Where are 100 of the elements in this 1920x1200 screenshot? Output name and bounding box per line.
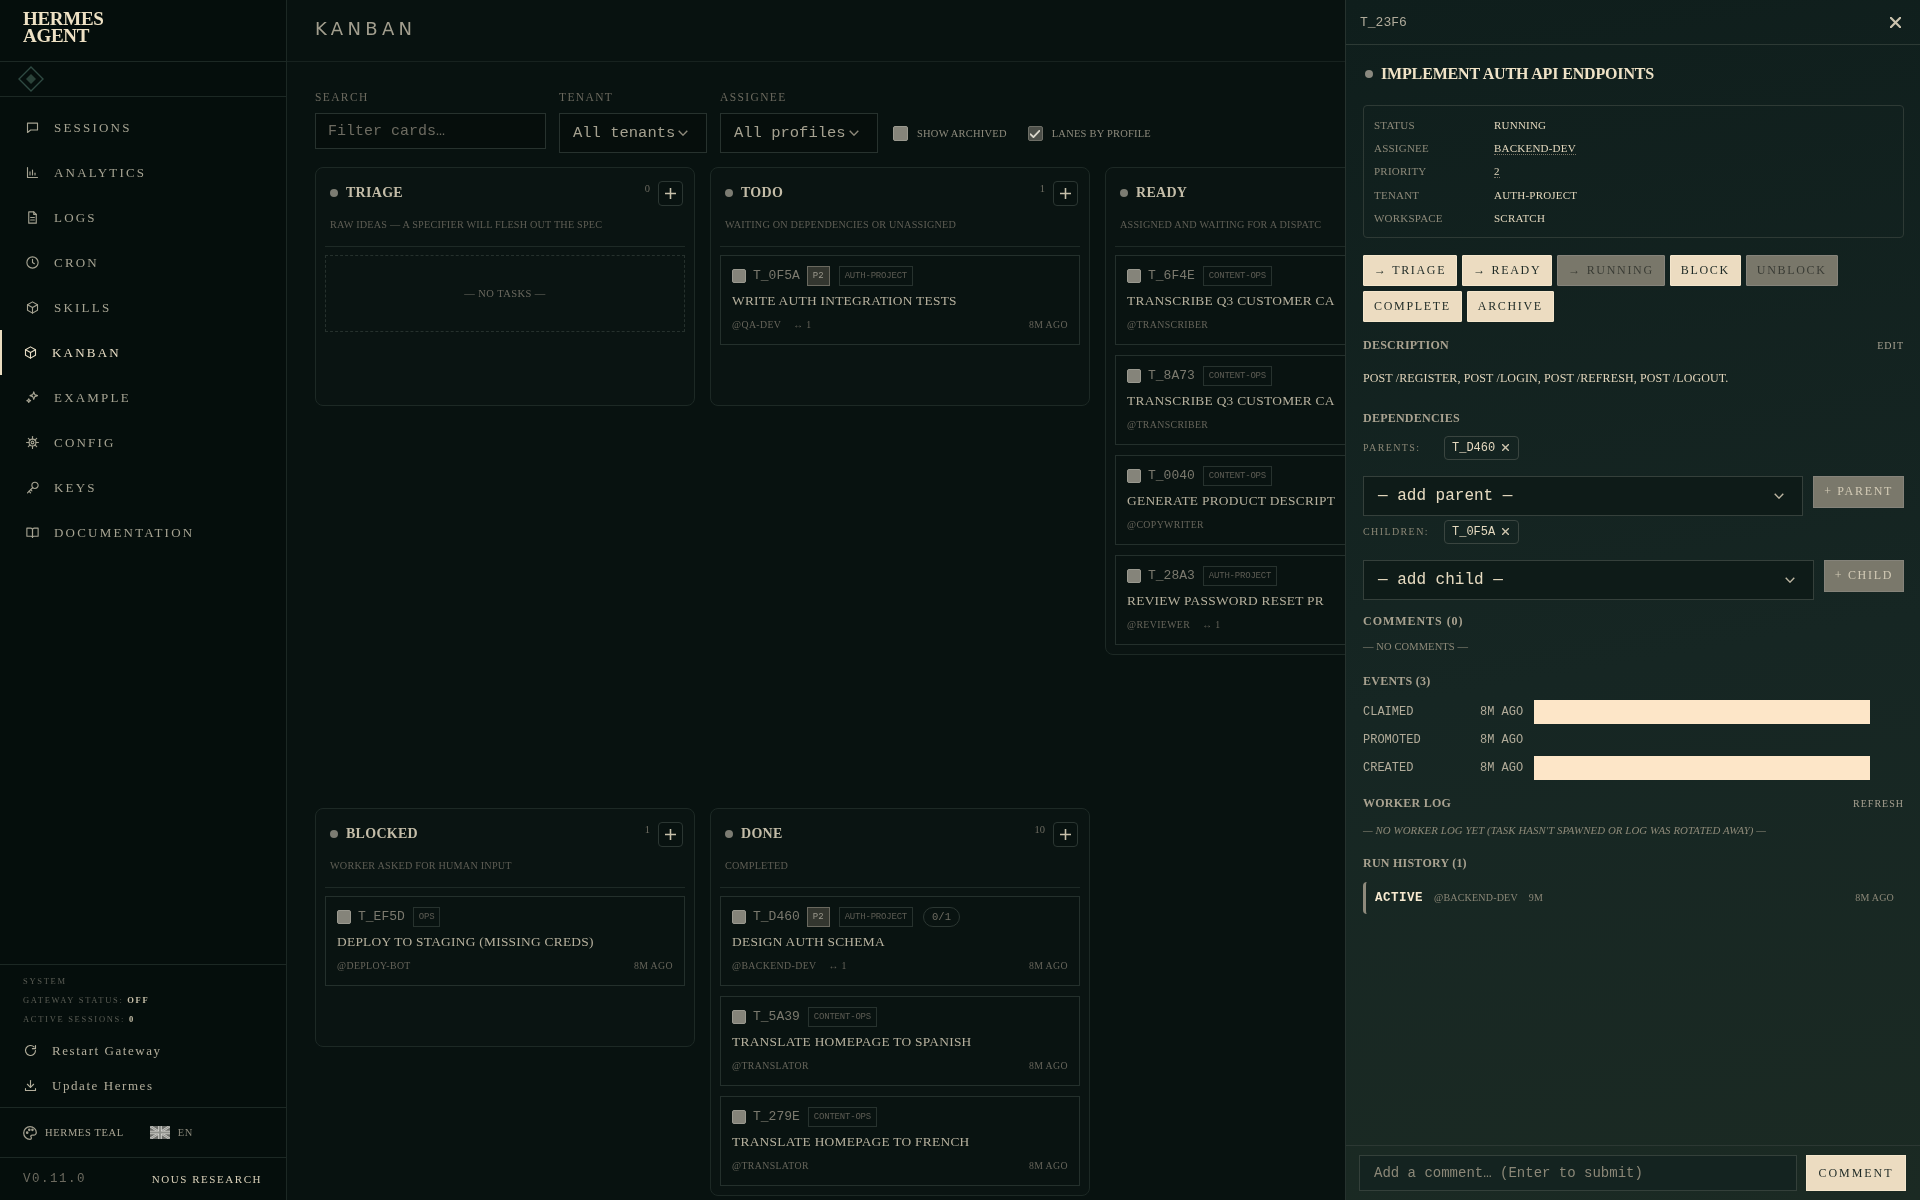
checkbox[interactable] bbox=[1027, 126, 1043, 141]
card-age: 8M AGO bbox=[1028, 959, 1068, 971]
card-assignee: @TRANSCRIBER bbox=[1127, 318, 1209, 330]
logo-wordmark: HERMES AGENT bbox=[23, 10, 104, 44]
task-id: T_28A3 bbox=[1148, 568, 1195, 583]
nav-item[interactable]: CRON bbox=[0, 240, 286, 285]
nav-item[interactable]: CONFIG bbox=[0, 420, 286, 465]
add-card-button[interactable] bbox=[658, 821, 683, 847]
diamond-logo-icon bbox=[18, 66, 44, 92]
section-heading: RUN HISTORY (1) bbox=[1363, 856, 1467, 872]
add-card-button[interactable] bbox=[1053, 821, 1078, 847]
chevron-down-icon bbox=[1774, 492, 1785, 499]
task-card[interactable]: T_5A39 CONTENT-OPS TRANSLATE HOMEPAGE TO SPANISH @TRANSLATOR 8M AGO bbox=[720, 996, 1080, 1086]
system-action-button[interactable]: Update Hermes bbox=[23, 1068, 162, 1103]
card-checkbox[interactable] bbox=[337, 909, 351, 924]
run-duration: 9M bbox=[1528, 892, 1544, 904]
search-field[interactable]: Filter cards… bbox=[315, 113, 546, 149]
task-card[interactable]: T_28A3 AUTH-PROJECT REVIEW PASSWORD RESET PR @REVIEWER ↔ 1 bbox=[1115, 555, 1345, 645]
status-action-button[interactable]: ARCHIVE bbox=[1466, 290, 1554, 322]
language-switcher[interactable]: EN bbox=[149, 1126, 194, 1139]
lane-status-dot bbox=[330, 830, 338, 838]
assignee-select[interactable]: All profiles bbox=[720, 113, 878, 153]
status-action-button[interactable]: → TRIAGE bbox=[1363, 254, 1458, 286]
lane-description: RAW IDEAS — A SPECIFIER WILL FLESH OUT THE SPEC bbox=[329, 218, 604, 232]
flag-icon bbox=[149, 1126, 170, 1139]
status-action-button[interactable]: → READY bbox=[1462, 254, 1553, 286]
task-card[interactable]: T_8A73 CONTENT-OPS TRANSCRIBE Q3 CUSTOMER CA @TRANSCRIBER bbox=[1115, 355, 1345, 445]
event-time: 8M AGO bbox=[1480, 732, 1525, 747]
add-card-button[interactable] bbox=[1053, 180, 1078, 206]
nav-item[interactable]: EXAMPLE bbox=[0, 375, 286, 420]
task-card[interactable]: T_0F5A P2 AUTH-PROJECT WRITE AUTH INTEGRATION TESTS @QA-DEV ↔ 1 8M AGO bbox=[720, 255, 1080, 345]
task-card[interactable]: T_EF5D OPS DEPLOY TO STAGING (MISSING CREDS) @DEPLOY-BOT 8M AGO bbox=[325, 896, 685, 986]
card-assignee: @BACKEND-DEV bbox=[732, 959, 817, 971]
tenant-tag: AUTH-PROJECT bbox=[838, 906, 914, 927]
card-checkbox[interactable] bbox=[732, 909, 746, 924]
card-title: WRITE AUTH INTEGRATION TESTS bbox=[732, 292, 958, 310]
status-action-button[interactable]: COMPLETE bbox=[1363, 290, 1462, 322]
nav-item[interactable]: SKILLS bbox=[0, 285, 286, 330]
remove-icon bbox=[1502, 444, 1510, 452]
priority-badge: P2 bbox=[806, 265, 830, 286]
brand-link[interactable]: NOUS RESEARCH bbox=[151, 1173, 262, 1185]
chevron-down-icon bbox=[678, 130, 689, 136]
task-card[interactable]: T_279E CONTENT-OPS TRANSLATE HOMEPAGE TO FRENCH @TRANSLATOR 8M AGO bbox=[720, 1096, 1080, 1186]
nav-item[interactable]: KEYS bbox=[0, 465, 286, 510]
card-checkbox[interactable] bbox=[1127, 468, 1141, 483]
dependency-select[interactable]: — add parent — bbox=[1363, 475, 1804, 516]
check-icon bbox=[1030, 129, 1041, 138]
checkbox-label: LANES BY PROFILE bbox=[1051, 128, 1151, 139]
meta-label: STATUS bbox=[1374, 118, 1416, 131]
refresh-link[interactable]: REFRESH bbox=[1853, 798, 1904, 810]
run-assignee: @BACKEND-DEV bbox=[1434, 892, 1518, 904]
settings-icon bbox=[25, 435, 40, 450]
task-card[interactable]: T_6F4E CONTENT-OPS TRANSCRIBE Q3 CUSTOMER CA @TRANSCRIBER bbox=[1115, 255, 1345, 345]
comment-field[interactable]: Add a comment… (Enter to submit) bbox=[1359, 1155, 1797, 1191]
meta-value[interactable]: BACKEND-DEV bbox=[1494, 141, 1576, 155]
tenant-tag: CONTENT-OPS bbox=[1202, 365, 1273, 386]
lane-description: WAITING ON DEPENDENCIES OR UNASSIGNED bbox=[724, 218, 958, 232]
card-assignee: @REVIEWER bbox=[1127, 618, 1191, 630]
meta-value[interactable]: 2 bbox=[1494, 164, 1500, 178]
nav-item[interactable]: DOCUMENTATION bbox=[0, 510, 286, 555]
drop-zone[interactable]: — NO TASKS — bbox=[325, 255, 685, 332]
dependency-count: ↔ 1 bbox=[793, 318, 812, 330]
card-checkbox[interactable] bbox=[1127, 568, 1141, 583]
card-checkbox[interactable] bbox=[732, 1109, 746, 1124]
meta-value: RUNNING bbox=[1494, 118, 1547, 131]
theme-switcher[interactable]: HERMES TEAL bbox=[23, 1125, 124, 1140]
nav-item[interactable]: SESSIONS bbox=[0, 105, 286, 150]
comment-button[interactable]: COMMENT bbox=[1806, 1155, 1906, 1191]
status-action-button[interactable]: BLOCK bbox=[1669, 254, 1741, 286]
card-checkbox[interactable] bbox=[1127, 268, 1141, 283]
edit-link[interactable]: EDIT bbox=[1877, 340, 1904, 352]
lane-status-dot bbox=[1120, 189, 1128, 197]
nav-item[interactable]: ANALYTICS bbox=[0, 150, 286, 195]
checkbox[interactable] bbox=[893, 126, 908, 141]
card-assignee: @DEPLOY-BOT bbox=[337, 959, 411, 971]
card-title: DESIGN AUTH SCHEMA bbox=[732, 933, 886, 951]
task-id: T_0F5A bbox=[753, 268, 800, 283]
task-card[interactable]: T_D460 P2 AUTH-PROJECT 0/1 DESIGN AUTH SCHEMA @BACKEND-DEV ↔ 1 8M AGO bbox=[720, 896, 1080, 986]
event-time: 8M AGO bbox=[1480, 760, 1525, 775]
section-heading: EVENTS (3) bbox=[1363, 674, 1431, 690]
meta-value: AUTH-PROJECT bbox=[1494, 188, 1578, 201]
add-card-button[interactable] bbox=[658, 180, 683, 206]
tenant-tag: CONTENT-OPS bbox=[807, 1006, 878, 1027]
page-title: KANBAN bbox=[315, 18, 417, 40]
nav-item[interactable]: LOGS bbox=[0, 195, 286, 240]
card-checkbox[interactable] bbox=[732, 1009, 746, 1024]
dependency-chip[interactable]: T_D460 bbox=[1444, 435, 1520, 460]
task-card[interactable]: T_0040 CONTENT-OPS GENERATE PRODUCT DESCRIPT @COPYWRITER bbox=[1115, 455, 1345, 545]
close-button[interactable] bbox=[1888, 15, 1902, 29]
tenant-select[interactable]: All tenants bbox=[559, 113, 707, 153]
event-name: CLAIMED bbox=[1363, 704, 1415, 719]
dependency-chip[interactable]: T_0F5A bbox=[1444, 519, 1520, 544]
nav-item[interactable]: KANBAN bbox=[0, 330, 286, 375]
filter-label: ASSIGNEE bbox=[720, 90, 788, 104]
tenant-tag: OPS bbox=[412, 906, 441, 927]
book-icon bbox=[25, 525, 40, 540]
card-checkbox[interactable] bbox=[732, 268, 746, 283]
dependency-select[interactable]: — add child — bbox=[1363, 559, 1814, 600]
card-checkbox[interactable] bbox=[1127, 368, 1141, 383]
system-action-button[interactable]: Restart Gateway bbox=[23, 1033, 162, 1068]
